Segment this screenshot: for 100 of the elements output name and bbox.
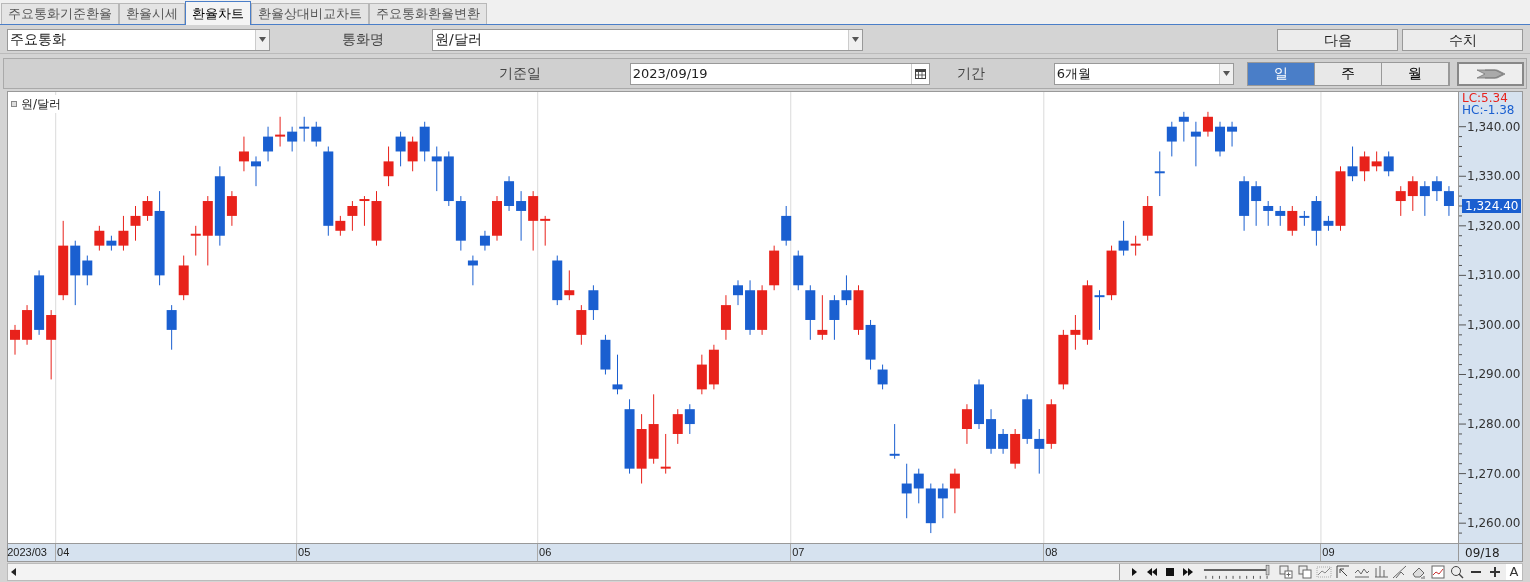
candlestick bbox=[672, 408, 683, 445]
candlestick bbox=[10, 324, 20, 356]
candlestick bbox=[1239, 175, 1250, 232]
chart-settings-icon[interactable] bbox=[1430, 564, 1446, 580]
candlestick bbox=[769, 245, 780, 291]
candlestick bbox=[1034, 428, 1045, 475]
price-axis-label: 1,320.00 bbox=[1467, 218, 1521, 233]
candlestick bbox=[612, 354, 623, 395]
candlestick bbox=[407, 136, 418, 172]
chart-title: 원/달러 bbox=[21, 95, 62, 113]
tab[interactable]: 주요통화환율변환 bbox=[369, 3, 487, 24]
tab[interactable]: 환율차트 bbox=[185, 1, 251, 25]
candlestick bbox=[1431, 175, 1442, 202]
candlestick bbox=[805, 284, 816, 341]
candlestick bbox=[1022, 393, 1033, 445]
trend-line-icon[interactable] bbox=[1392, 564, 1408, 580]
candlestick bbox=[263, 126, 274, 162]
tab[interactable]: 환율상대비교차트 bbox=[251, 3, 369, 24]
candlestick bbox=[636, 413, 647, 485]
period-button[interactable]: 일 bbox=[1248, 62, 1316, 85]
date-axis-label: 09 bbox=[1322, 545, 1335, 560]
candlestick bbox=[1215, 121, 1225, 157]
overlay-add-icon[interactable] bbox=[1278, 564, 1294, 580]
candlestick bbox=[287, 126, 298, 152]
dropdown-arrow-icon[interactable] bbox=[852, 37, 859, 42]
candlestick bbox=[516, 190, 527, 242]
candlestick bbox=[1046, 398, 1057, 450]
group-select[interactable]: 주요통화 bbox=[7, 28, 270, 51]
dropdown-arrow-icon[interactable] bbox=[259, 37, 266, 42]
candlestick bbox=[395, 131, 406, 167]
date-axis-label: 06 bbox=[539, 545, 552, 560]
tab[interactable]: 주요통화기준환율 bbox=[1, 3, 119, 24]
candlestick bbox=[467, 255, 478, 286]
candlestick bbox=[238, 136, 249, 172]
candlestick bbox=[708, 344, 719, 390]
cursor-icon[interactable] bbox=[1335, 564, 1351, 580]
date-axis-label: 04 bbox=[57, 545, 70, 560]
candlestick bbox=[455, 195, 466, 252]
candlestick bbox=[419, 121, 430, 162]
candlestick bbox=[492, 195, 502, 242]
candlestick bbox=[299, 116, 310, 143]
dropdown-arrow-icon[interactable] bbox=[1223, 71, 1231, 76]
date-axis-label: 07 bbox=[792, 545, 805, 560]
horizontal-scrollbar[interactable] bbox=[8, 564, 1121, 580]
candlestick bbox=[1166, 121, 1177, 157]
candlestick bbox=[889, 423, 900, 460]
candlestick bbox=[961, 403, 972, 445]
candlestick bbox=[431, 146, 442, 192]
candlestick bbox=[1227, 121, 1238, 147]
candlestick bbox=[275, 116, 286, 147]
candlestick bbox=[1154, 150, 1165, 197]
lc-label: LC:5.34 bbox=[1462, 92, 1508, 105]
candlestick bbox=[504, 175, 515, 212]
range-select[interactable]: 6개월 bbox=[1053, 62, 1235, 85]
candlestick bbox=[443, 150, 454, 207]
price-axis-label: 1,290.00 bbox=[1467, 367, 1521, 382]
price-axis-label: 1,330.00 bbox=[1467, 169, 1521, 184]
candlestick bbox=[130, 205, 141, 242]
price-axis-label: 1,310.00 bbox=[1467, 268, 1521, 283]
date-axis-label: 05 bbox=[298, 545, 311, 560]
candlestick bbox=[817, 294, 828, 341]
candlestick bbox=[925, 483, 936, 534]
plus-icon[interactable] bbox=[1487, 564, 1503, 580]
candlestick bbox=[166, 304, 177, 351]
overlay-icon[interactable] bbox=[1297, 564, 1313, 580]
candlestick bbox=[576, 304, 587, 346]
candlestick bbox=[479, 230, 490, 252]
calendar-icon[interactable] bbox=[914, 68, 926, 79]
legend-marker-icon bbox=[11, 101, 17, 107]
period-button[interactable]: 월 bbox=[1382, 62, 1450, 85]
hc-label: HC:-1.38 bbox=[1462, 104, 1515, 117]
currency-label: 통화명 bbox=[342, 30, 385, 49]
period-button[interactable]: 주 bbox=[1315, 62, 1383, 85]
candlestick bbox=[696, 354, 707, 395]
candlestick bbox=[588, 284, 599, 321]
currency-select[interactable]: 원/달러 bbox=[432, 28, 863, 51]
range-label: 기간 bbox=[956, 64, 986, 83]
candlestick bbox=[757, 284, 768, 336]
action-button[interactable]: 다음 bbox=[1277, 28, 1398, 51]
candlestick bbox=[1407, 175, 1418, 212]
candlestick bbox=[974, 378, 984, 430]
date-field[interactable]: 2023/09/19 bbox=[629, 62, 930, 85]
candlestick bbox=[251, 155, 261, 187]
candlestick bbox=[793, 250, 804, 291]
font-button[interactable]: A bbox=[1506, 564, 1522, 580]
forward-button[interactable] bbox=[1457, 61, 1524, 86]
price-axis-label: 1,280.00 bbox=[1467, 417, 1521, 432]
price-axis-label: 1,270.00 bbox=[1467, 466, 1521, 481]
candlestick bbox=[937, 483, 948, 519]
candle-chart-icon[interactable] bbox=[1373, 564, 1389, 580]
candlestick bbox=[1383, 150, 1394, 177]
zoom-icon[interactable] bbox=[1449, 564, 1465, 580]
zoom-slider[interactable] bbox=[1202, 564, 1272, 580]
tab[interactable]: 환율시세 bbox=[119, 3, 185, 24]
price-axis-label: 1,300.00 bbox=[1467, 317, 1521, 332]
candlestick bbox=[46, 309, 57, 380]
action-button[interactable]: 수치 bbox=[1402, 28, 1523, 51]
candlestick bbox=[383, 146, 394, 187]
current-price-tag: 1,324.40 bbox=[1462, 199, 1522, 213]
candlestick bbox=[684, 403, 695, 435]
